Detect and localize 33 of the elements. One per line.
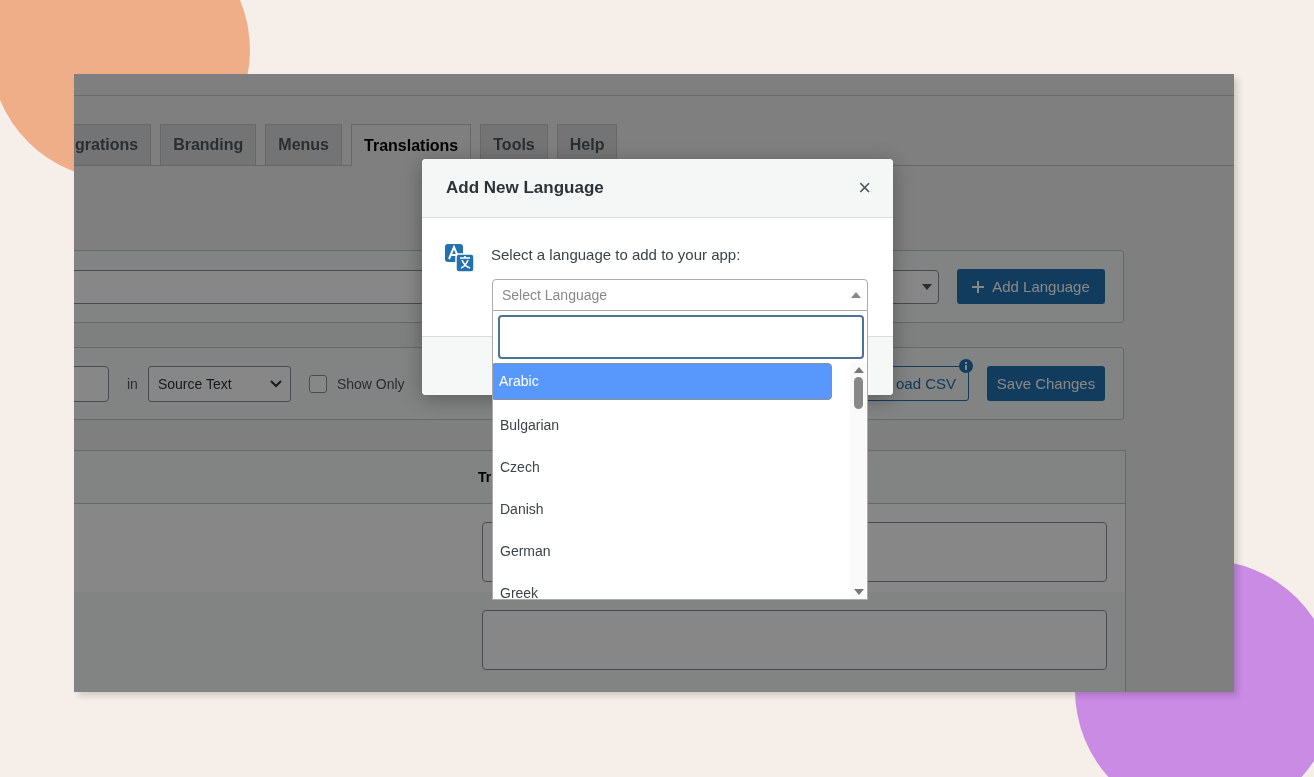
language-option[interactable]: Bulgarian bbox=[493, 407, 850, 449]
language-select[interactable]: Select Language bbox=[492, 279, 868, 311]
chevron-icon bbox=[269, 379, 282, 388]
scroll-thumb[interactable] bbox=[854, 377, 863, 409]
info-icon bbox=[959, 358, 973, 373]
translate-icon bbox=[445, 244, 475, 272]
language-option[interactable]: Danish bbox=[493, 491, 850, 533]
tab[interactable]: Translations bbox=[351, 124, 472, 166]
scroll-down-icon bbox=[853, 589, 864, 595]
scrollbar[interactable] bbox=[850, 363, 867, 599]
prompt-text: Select a language to add to your app: bbox=[491, 246, 741, 263]
search-field[interactable] bbox=[498, 315, 864, 359]
field-select[interactable]: Source Text bbox=[147, 365, 291, 402]
language-option[interactable]: German bbox=[493, 533, 850, 575]
caret-icon bbox=[922, 283, 932, 290]
checkbox[interactable] bbox=[308, 374, 327, 393]
checkbox-label: Show Only bbox=[336, 375, 405, 392]
plus-icon bbox=[972, 280, 985, 293]
language-option[interactable]: Czech bbox=[493, 449, 850, 491]
caret-icon bbox=[851, 292, 861, 298]
scroll-up-icon bbox=[853, 367, 864, 373]
text-area[interactable] bbox=[482, 610, 1107, 670]
close-button[interactable]: × bbox=[856, 177, 873, 199]
tab[interactable]: Branding bbox=[160, 124, 257, 165]
save-changes-button[interactable]: Save Changes bbox=[987, 366, 1105, 401]
add-language-button[interactable]: Add Language bbox=[957, 269, 1105, 304]
language-option[interactable]: Greek bbox=[493, 575, 850, 599]
language-option[interactable]: Arabic bbox=[493, 363, 832, 400]
in-label: in bbox=[127, 375, 138, 392]
column-header: Tr bbox=[478, 469, 492, 485]
tab[interactable]: grations bbox=[74, 124, 152, 165]
tab[interactable]: Menus bbox=[265, 124, 342, 165]
modal-title: Add New Language bbox=[446, 178, 604, 198]
